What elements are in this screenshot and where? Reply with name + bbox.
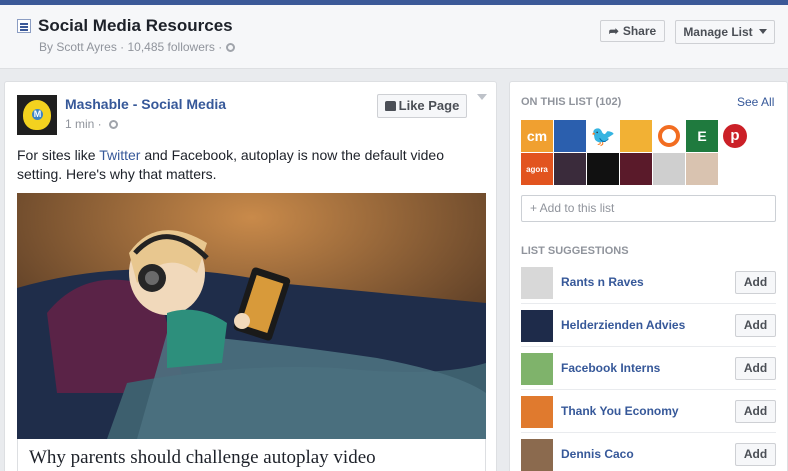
list-suggestions-heading: LIST SUGGESTIONS <box>521 245 629 257</box>
woman-photo-icon[interactable] <box>686 153 718 185</box>
suggestion-avatar[interactable] <box>521 396 553 428</box>
share-arrow-icon: ➦ <box>608 24 619 38</box>
suggestion-name[interactable]: Thank You Economy <box>561 404 679 418</box>
globe-icon <box>109 120 119 129</box>
like-page-label: Like Page <box>398 98 460 113</box>
e-logo-icon[interactable]: E <box>686 120 718 152</box>
like-page-button[interactable]: Like Page <box>377 94 467 118</box>
list-byline: By Scott Ayres · 10,485 followers · <box>39 40 236 54</box>
suggestion-row: Facebook Interns Add <box>521 348 776 390</box>
share-button[interactable]: ➦ Share <box>600 20 665 42</box>
suggestion-avatar[interactable] <box>521 310 553 342</box>
on-this-list-heading: ON THIS LIST (102) <box>521 96 622 108</box>
post-text-before: For sites like <box>17 147 100 163</box>
globe-icon <box>226 43 236 52</box>
agorapulse-icon[interactable]: agora <box>521 153 553 185</box>
post-options-chevron-icon[interactable] <box>477 94 487 100</box>
list-title[interactable]: Social Media Resources <box>38 16 233 36</box>
yellow-logo-icon[interactable] <box>620 120 652 152</box>
mask-icon[interactable] <box>554 120 586 152</box>
mashable-avatar[interactable]: M <box>17 95 57 135</box>
suggestion-row: Dennis Caco Add <box>521 434 776 471</box>
orange-ring-icon[interactable] <box>653 120 685 152</box>
suggestion-name[interactable]: Rants n Raves <box>561 275 644 289</box>
round-badge-icon[interactable] <box>620 153 652 185</box>
twitter-bird-icon[interactable]: 🐦 <box>587 120 619 152</box>
suggestion-avatar[interactable] <box>521 353 553 385</box>
article-image[interactable] <box>17 193 486 439</box>
list-icon <box>17 19 31 33</box>
share-label: Share <box>622 24 657 38</box>
chevron-down-icon <box>758 29 767 34</box>
suggestion-name[interactable]: Dennis Caco <box>561 447 634 461</box>
post-text: For sites like Twitter and Facebook, aut… <box>17 146 477 184</box>
twitter-link[interactable]: Twitter <box>99 147 140 163</box>
suggestion-avatar[interactable] <box>521 267 553 299</box>
list-header: Social Media Resources By Scott Ayres · … <box>0 5 788 69</box>
add-suggestion-button[interactable]: Add <box>735 443 776 466</box>
page-name-link[interactable]: Mashable - Social Media <box>65 96 226 112</box>
suggestion-name[interactable]: Helderzienden Advies <box>561 318 685 332</box>
suggestion-row: Thank You Economy Add <box>521 391 776 433</box>
post-card: M Mashable - Social Media 1 min · Like P… <box>4 81 497 471</box>
post-time-text: 1 min · <box>65 117 102 131</box>
article-title[interactable]: Why parents should challenge autoplay vi… <box>17 439 486 471</box>
mashable-m-icon: M <box>32 109 43 120</box>
post-time[interactable]: 1 min · <box>65 117 119 131</box>
child-with-tablet-photo <box>17 193 486 439</box>
add-to-list-input[interactable]: + Add to this list <box>521 195 776 222</box>
pinterest-icon[interactable]: p <box>719 120 751 152</box>
thumbs-up-icon <box>384 101 396 111</box>
black-icon[interactable] <box>587 153 619 185</box>
suggestion-name[interactable]: Facebook Interns <box>561 361 660 375</box>
manage-list-label: Manage List <box>683 25 753 39</box>
manage-list-button[interactable]: Manage List <box>675 20 775 44</box>
add-suggestion-button[interactable]: Add <box>735 400 776 423</box>
byline-text: By Scott Ayres · 10,485 followers · <box>39 40 223 54</box>
add-suggestion-button[interactable]: Add <box>735 271 776 294</box>
person-photo-icon[interactable] <box>653 153 685 185</box>
see-all-link[interactable]: See All <box>737 95 774 109</box>
suggestion-avatar[interactable] <box>521 439 553 471</box>
list-sidebar: ON THIS LIST (102) See All cm 🐦 Ep agora + … <box>509 81 788 471</box>
suggestion-row: Rants n Raves Add <box>521 262 776 304</box>
dark-icon[interactable] <box>554 153 586 185</box>
add-suggestion-button[interactable]: Add <box>735 314 776 337</box>
add-suggestion-button[interactable]: Add <box>735 357 776 380</box>
cm-logo-icon[interactable]: cm <box>521 120 553 152</box>
suggestion-row: Helderzienden Advies Add <box>521 305 776 347</box>
